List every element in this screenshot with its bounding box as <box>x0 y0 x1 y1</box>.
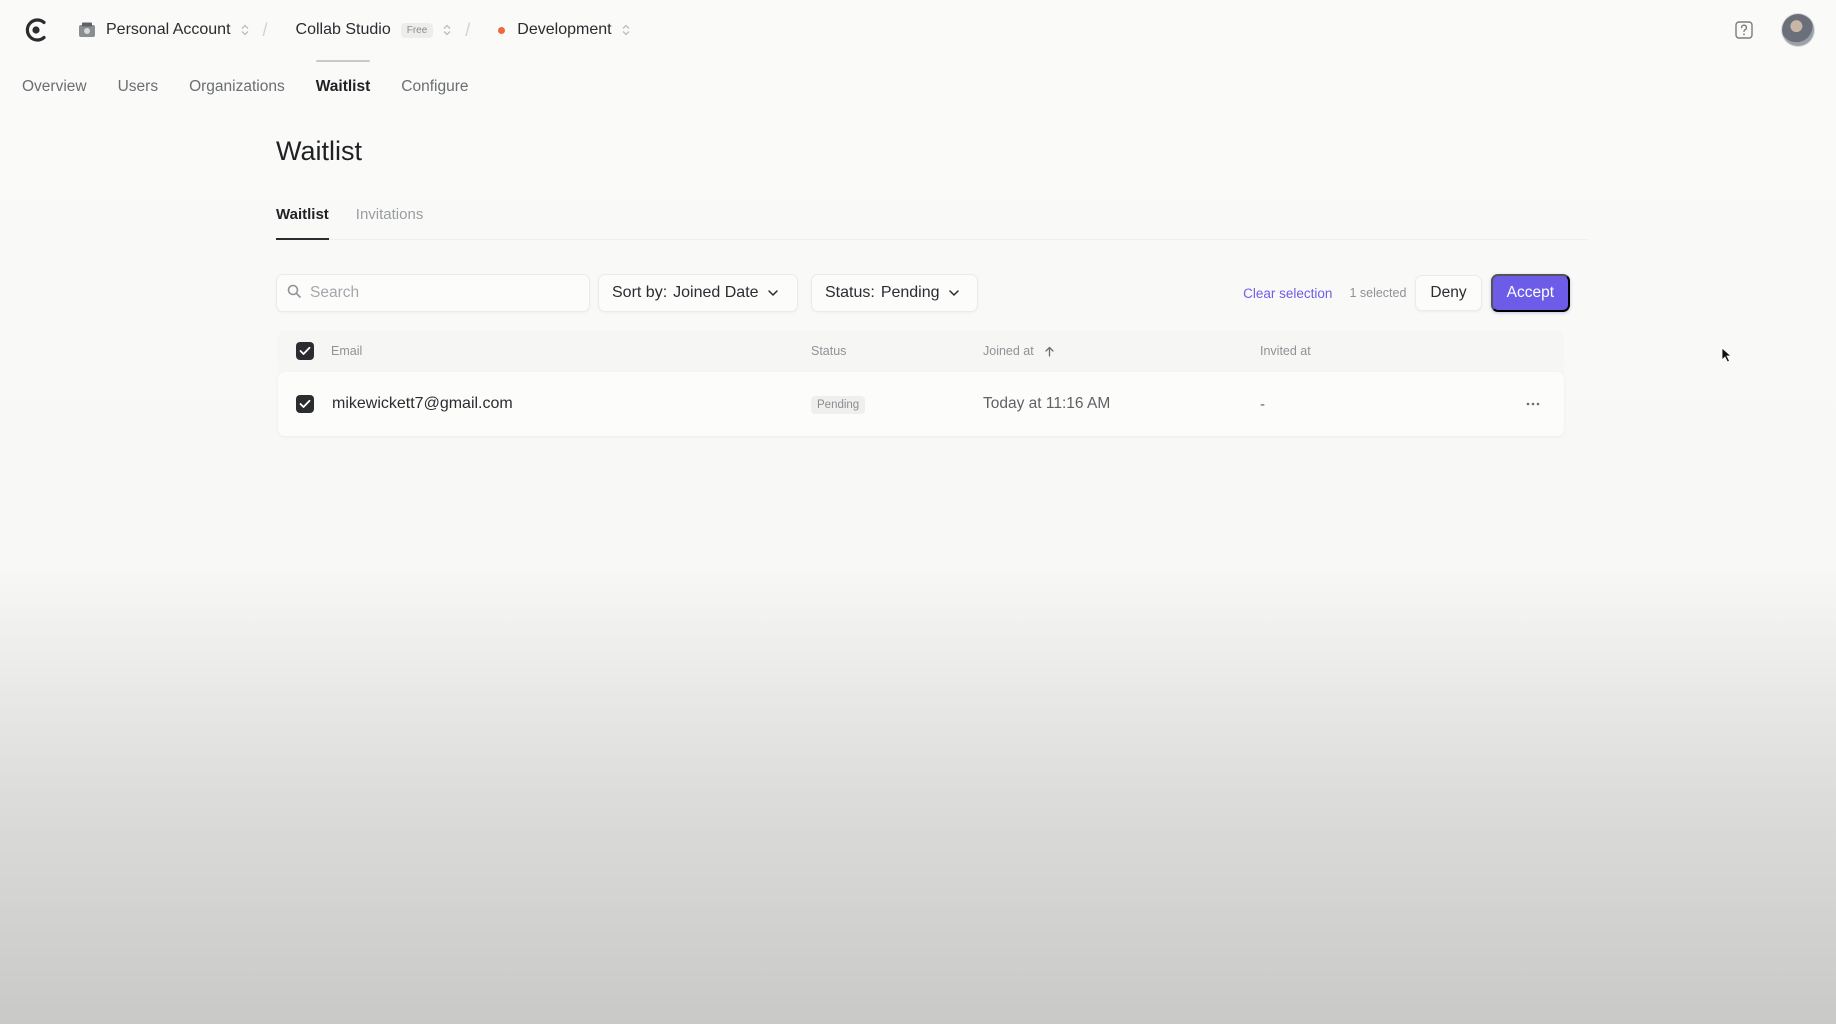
clear-selection-link[interactable]: Clear selection <box>1243 286 1332 301</box>
column-header-joined-label: Joined at <box>983 344 1034 358</box>
nav-tab-organizations[interactable]: Organizations <box>189 78 285 96</box>
account-switcher[interactable]: Personal Account <box>78 21 249 39</box>
waitlist-toolbar: Sort by: Joined Date Status: Pending Cle… <box>276 274 1570 312</box>
column-header-email[interactable]: Email <box>331 344 362 358</box>
user-avatar[interactable] <box>1782 14 1814 46</box>
sort-dropdown[interactable]: Sort by: Joined Date <box>598 274 798 312</box>
chevron-down-icon <box>767 290 778 296</box>
row-joined-at: Today at 11:16 AM <box>983 395 1111 412</box>
sort-label: Sort by: <box>612 284 668 301</box>
row-checkbox[interactable] <box>296 395 314 413</box>
table-row[interactable]: mikewickett7@gmail.com Pending Today at … <box>278 372 1564 436</box>
nav-tab-waitlist[interactable]: Waitlist <box>315 60 370 96</box>
top-right-actions <box>1734 14 1814 46</box>
chevron-up-down-icon <box>622 24 630 36</box>
sort-value: Joined Date <box>673 284 759 301</box>
nav-tab-configure[interactable]: Configure <box>401 78 468 96</box>
help-icon[interactable] <box>1734 20 1754 40</box>
account-name: Personal Account <box>106 21 231 38</box>
sort-ascending-icon <box>1045 346 1054 357</box>
breadcrumb-separator: / <box>262 19 268 40</box>
table-header: Email Status Joined at Invited at <box>278 330 1564 372</box>
waitlist-table: Email Status Joined at Invited at mikewi… <box>278 330 1564 436</box>
app-switcher[interactable]: Collab Studio Free <box>296 21 452 39</box>
subtab-waitlist[interactable]: Waitlist <box>276 206 329 240</box>
column-header-joined[interactable]: Joined at <box>983 344 1054 358</box>
app-name: Collab Studio <box>295 21 391 38</box>
main-nav: Overview Users Organizations Waitlist Co… <box>22 60 469 96</box>
environment-status-dot <box>498 26 506 34</box>
environment-name: Development <box>517 21 612 38</box>
chevron-down-icon <box>948 290 959 296</box>
breadcrumb-separator: / <box>465 19 471 40</box>
accept-button[interactable]: Accept <box>1490 274 1570 312</box>
select-all-checkbox[interactable] <box>296 342 314 360</box>
account-icon <box>78 21 96 39</box>
page-title: Waitlist <box>276 136 362 166</box>
app-logo-icon[interactable] <box>22 16 50 44</box>
status-label: Status: <box>825 284 875 301</box>
column-header-invited[interactable]: Invited at <box>1260 344 1311 358</box>
search-box[interactable] <box>276 274 590 312</box>
chevron-up-down-icon <box>241 24 249 36</box>
selection-actions: Clear selection 1 selected Deny Accept <box>1243 274 1570 312</box>
search-input[interactable] <box>310 284 579 302</box>
search-icon <box>287 284 301 303</box>
row-status: Pending <box>811 395 866 414</box>
top-bar: Personal Account / Collab Studio Free / … <box>0 0 1836 60</box>
chevron-up-down-icon <box>443 24 451 36</box>
plan-badge: Free <box>400 22 434 38</box>
column-header-status[interactable]: Status <box>811 344 846 358</box>
status-badge: Pending <box>811 396 866 414</box>
more-horizontal-icon[interactable] <box>1520 394 1546 414</box>
deny-button[interactable]: Deny <box>1415 275 1482 311</box>
row-email: mikewickett7@gmail.com <box>332 395 513 412</box>
status-value: Pending <box>880 284 940 301</box>
subtab-invitations[interactable]: Invitations <box>356 206 424 239</box>
row-invited-at: - <box>1260 395 1265 413</box>
environment-switcher[interactable]: Development <box>498 21 630 39</box>
status-filter-dropdown[interactable]: Status: Pending <box>811 274 978 312</box>
nav-tab-users[interactable]: Users <box>118 78 158 96</box>
mouse-pointer-icon <box>1721 347 1733 368</box>
selected-count: 1 selected <box>1349 286 1407 300</box>
waitlist-subtabs: Waitlist Invitations <box>276 206 1588 240</box>
nav-tab-overview[interactable]: Overview <box>22 78 87 96</box>
